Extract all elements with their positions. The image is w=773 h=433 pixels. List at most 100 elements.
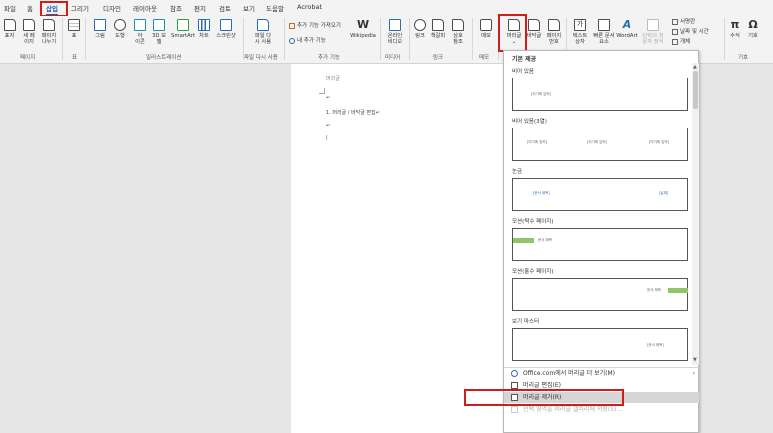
- get-addins-button[interactable]: 추가 기능 가져오기: [289, 21, 341, 29]
- quick-parts-icon: [598, 19, 610, 31]
- video-icon: [389, 19, 401, 31]
- online-video-button[interactable]: 온라인 비디오: [384, 19, 406, 45]
- cross-reference-button[interactable]: 상호 참조: [450, 19, 466, 45]
- header-style-grid[interactable]: [문서 제목] [날짜]: [512, 178, 688, 211]
- accent-bar: [668, 288, 688, 293]
- save-gallery-icon: [511, 406, 518, 413]
- reuse-files-icon: [257, 19, 269, 31]
- gallery-section-label: 모션(홀수 페이지): [512, 269, 554, 275]
- table-group-label: 표: [72, 55, 78, 61]
- illustrations-group-label: 일러스트레이션: [146, 55, 182, 61]
- addin-icon: [289, 37, 295, 44]
- link-icon: [414, 19, 426, 31]
- placeholder-text: [여기에 입력]: [649, 140, 669, 144]
- margin-corner-mark: [319, 88, 325, 94]
- page-break-icon: [43, 19, 55, 31]
- scroll-up-icon[interactable]: ▲: [693, 64, 697, 70]
- tab-help[interactable]: 도움말: [266, 3, 284, 13]
- drop-cap-button[interactable]: 단락의 첫 문자 장식: [639, 19, 667, 45]
- chart-icon: [198, 19, 210, 31]
- pi-icon: π: [730, 18, 740, 31]
- chart-button[interactable]: 차트: [197, 19, 211, 39]
- comments-group-label: 메모: [479, 55, 490, 61]
- omega-icon: Ω: [748, 18, 758, 31]
- symbol-button[interactable]: Ω 기호: [745, 18, 761, 40]
- textbox-icon: 가: [574, 19, 586, 31]
- object-button[interactable]: 개체: [672, 37, 690, 45]
- blank-page-button[interactable]: 새 페 이지: [20, 19, 38, 45]
- gallery-scrollbar[interactable]: ▲ ▼: [692, 63, 699, 365]
- wordart-button[interactable]: A WordArt: [616, 19, 638, 40]
- store-icon: [289, 22, 295, 29]
- signature-line-button[interactable]: 서명란: [672, 17, 695, 25]
- body-heading: 1. 머리글 / 바닥글 편집↵: [326, 110, 380, 116]
- header-dropdown-menu: 기본 제공 비어 있음 [여기에 입력] 비어 있음(3열) [여기에 입력] …: [503, 50, 699, 433]
- tab-design[interactable]: 디자인: [103, 3, 121, 13]
- header-style-motion-even[interactable]: 문서 제목: [512, 228, 688, 261]
- textbox-button[interactable]: 가 텍스트 상자: [570, 19, 590, 45]
- comment-button[interactable]: 메모: [478, 19, 494, 39]
- accent-bar: [513, 238, 534, 243]
- header-button-highlight: [498, 14, 527, 52]
- tab-home[interactable]: 홈: [27, 3, 33, 13]
- built-in-heading: 기본 제공: [512, 56, 537, 63]
- my-addins-button[interactable]: 내 추가 기능: [289, 36, 326, 44]
- wikipedia-button[interactable]: W Wikipedia: [350, 19, 376, 40]
- tab-view[interactable]: 보기: [243, 3, 255, 13]
- bookmark-button[interactable]: 책갈피: [430, 19, 446, 39]
- blank-page-icon: [23, 19, 35, 31]
- header-style-blank[interactable]: [여기에 입력]: [512, 78, 688, 111]
- reuse-files-button[interactable]: 파일 다 시 사용: [252, 19, 274, 45]
- 3d-model-icon: [153, 19, 165, 31]
- remove-header-highlight: [464, 389, 624, 406]
- placeholder-text: [문서 제목]: [647, 343, 664, 347]
- reuse-group-label: 파일 다시 사용: [244, 55, 278, 61]
- tab-file[interactable]: 파일: [4, 3, 16, 13]
- smartart-button[interactable]: SmartArt: [170, 19, 196, 39]
- gallery-section-label: 보기 마스터: [512, 319, 540, 325]
- gallery-section-label: 눈금: [512, 169, 523, 175]
- link-button[interactable]: 링크: [413, 19, 427, 39]
- page-number-icon: [548, 19, 560, 31]
- more-headers-office-item[interactable]: Office.com에서 머리글 더 보기(M) ›: [504, 368, 699, 379]
- text-cursor: |: [326, 135, 328, 141]
- screenshot-button[interactable]: 스크린샷: [214, 19, 238, 39]
- bookmark-icon: [432, 19, 444, 31]
- tab-draw[interactable]: 그리기: [71, 3, 89, 13]
- tab-layout[interactable]: 레이아웃: [133, 3, 157, 13]
- equation-button[interactable]: π 수식: [727, 18, 743, 40]
- scroll-thumb[interactable]: [693, 71, 698, 109]
- page-number-button[interactable]: 페이지 번호: [543, 19, 565, 45]
- 3d-models-button[interactable]: 3D 모 델: [150, 19, 168, 45]
- comment-icon: [480, 19, 492, 31]
- page-break-button[interactable]: 페이지 나누기: [39, 19, 59, 45]
- scroll-down-icon[interactable]: ▼: [693, 357, 697, 363]
- group-divider: [409, 18, 410, 60]
- footer-button[interactable]: 바닥글: [524, 19, 544, 39]
- tab-acrobat[interactable]: Acrobat: [297, 3, 322, 11]
- date-time-button[interactable]: 날짜 및 시간: [672, 27, 709, 35]
- placeholder-text: [여기에 입력]: [531, 92, 551, 96]
- tab-references[interactable]: 참조: [170, 3, 182, 13]
- footer-icon: [528, 19, 540, 31]
- header-style-view-master[interactable]: [문서 제목]: [512, 328, 688, 361]
- table-button[interactable]: 표: [67, 19, 81, 39]
- cover-page-button[interactable]: 표지: [2, 19, 17, 39]
- shapes-button[interactable]: 도형: [112, 19, 128, 39]
- header-gallery: 비어 있음 [여기에 입력] 비어 있음(3열) [여기에 입력] [여기에 입…: [504, 63, 692, 365]
- group-divider: [284, 18, 285, 60]
- group-divider: [472, 18, 473, 60]
- symbols-group-label: 기호: [738, 55, 749, 61]
- tab-mailings[interactable]: 편지: [194, 3, 206, 13]
- header-style-blank-three-column[interactable]: [여기에 입력] [여기에 입력] [여기에 입력]: [512, 128, 688, 161]
- quick-parts-button[interactable]: 빠른 문서 요소: [591, 19, 617, 45]
- header-style-motion-odd[interactable]: 문서 제목: [512, 278, 688, 311]
- icons-button[interactable]: 아 이콘: [133, 19, 147, 45]
- tab-review[interactable]: 검토: [219, 3, 231, 13]
- media-group-label: 미디어: [385, 55, 401, 61]
- edit-header-icon: [511, 382, 518, 389]
- group-divider: [85, 18, 86, 60]
- placeholder-text: 문서 제목: [647, 288, 661, 292]
- pictures-button[interactable]: 그림: [92, 19, 108, 39]
- table-icon: [68, 19, 80, 31]
